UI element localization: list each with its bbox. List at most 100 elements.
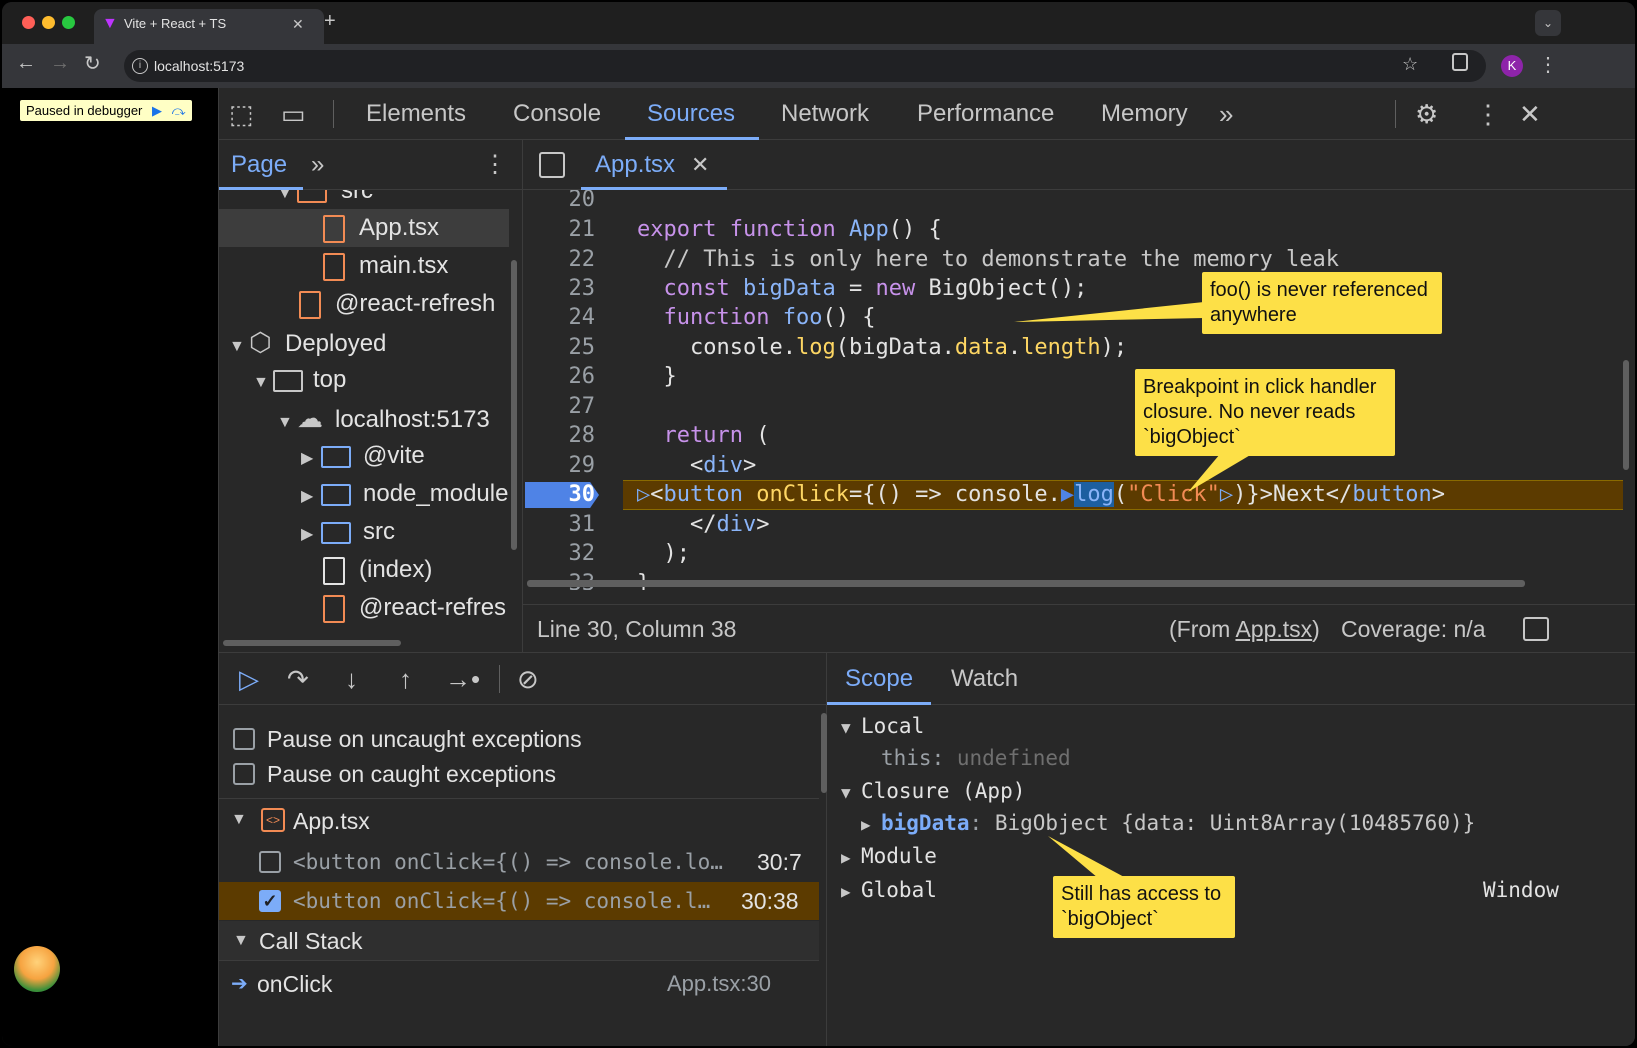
breakpoint-row[interactable]: <button onClick={() => console.lo… 30:7 [219,843,819,881]
code-line: 21 export function App() { [568,217,942,242]
close-file-tab-icon[interactable]: ✕ [691,140,709,190]
close-window-button[interactable] [22,16,35,29]
browser-window: ▼ Vite + React + TS ✕ + ⌄ ← → ↻ i localh… [2,2,1635,1046]
resume-icon[interactable]: ▷ [239,653,259,705]
annotation-foo: foo() is never referenced anywhere [1202,272,1442,334]
tree-folder-src[interactable]: ▼ src [219,190,509,210]
tree-folder-node-modules[interactable]: ▶ node_module [219,475,509,513]
code-line: 27 [568,394,596,419]
tab-console[interactable]: Console [513,88,601,140]
step-over-icon[interactable]: ⤼ [172,103,186,118]
call-frame[interactable]: ➔ onClick App.tsx:30 [219,965,819,1003]
browser-tab[interactable]: ▼ Vite + React + TS ✕ [94,9,324,44]
scope-module[interactable]: ▶ Module [841,839,937,875]
back-icon[interactable]: ← [16,52,36,75]
breakpoint-file-header[interactable]: ▼ <> App.tsx [219,801,819,841]
code-line: 26 } [568,364,677,389]
code-line: 24 function foo() { [568,305,876,330]
tree-deployed[interactable]: ▼ ⬡ Deployed [219,323,509,361]
source-origin-link[interactable]: App.tsx [1235,616,1312,642]
pause-caught-checkbox[interactable] [233,763,255,785]
cube-icon: ⬡ [249,327,272,357]
step-into-icon[interactable]: ↓ [345,653,358,705]
editor-file-tab[interactable]: App.tsx [595,140,675,190]
tree-file-react-refresh[interactable]: @react-refres [219,589,509,627]
frame-location: App.tsx:30 [667,971,771,996]
tree-file-main-tsx[interactable]: main.tsx [219,247,509,285]
annotation-breakpoint: Breakpoint in click handler closure. No … [1135,369,1395,456]
site-info-icon[interactable]: i [132,58,148,74]
tab-scope[interactable]: Scope [845,653,913,705]
scope-closure[interactable]: ▼ Closure (App) [841,774,1025,810]
tab-page[interactable]: Page [231,140,287,190]
tree-file-react-refresh[interactable]: @react-refresh [219,285,509,323]
editor-tabbar: App.tsx ✕ [523,140,1635,190]
tree-origin[interactable]: ▼ ☁ localhost:5173 [219,399,509,437]
resume-icon[interactable]: ▶ [152,103,162,118]
source-file-icon: <> [261,808,285,832]
breakpoint-checkbox[interactable]: ✓ [259,890,281,912]
active-tab-indicator [827,702,931,705]
tree-file-app-tsx[interactable]: App.tsx [219,209,509,247]
navigator-menu-icon[interactable]: ⋮ [483,140,507,190]
tree-folder-vite[interactable]: ▶ @vite [219,437,509,475]
scope-global[interactable]: ▶ Global [841,873,937,909]
tree-frame-top[interactable]: ▼ top [219,361,509,399]
step-out-icon[interactable]: ↑ [399,653,412,705]
editor-h-scrollbar[interactable] [527,580,1525,587]
tab-search-icon[interactable]: ⌄ [1535,10,1561,36]
close-devtools-icon[interactable]: ✕ [1519,88,1541,140]
navigator-scrollbar[interactable] [511,260,517,550]
inspect-element-icon[interactable]: ⬚ [229,88,254,140]
tree-file-index[interactable]: (index) [219,551,509,589]
breakpoint-checkbox[interactable] [259,851,281,873]
more-nav-tabs-icon[interactable]: » [311,140,324,190]
tab-sources[interactable]: Sources [647,88,735,140]
code-area[interactable]: 20 21 export function App() { 22 // This … [523,190,1635,590]
breakpoint-code: <button onClick={() => console.lo… [293,850,723,874]
tab-watch[interactable]: Watch [951,653,1018,705]
scope-this: this: undefined [881,746,1071,770]
editor-v-scrollbar[interactable] [1623,360,1629,470]
address-bar[interactable]: i localhost:5173 ☆ [124,50,1486,82]
toggle-drawer-icon[interactable] [1523,617,1549,641]
profile-avatar[interactable]: K [1501,55,1523,77]
settings-gear-icon[interactable]: ⚙ [1415,88,1438,140]
breakpoint-location: 30:7 [757,849,802,875]
breakpoint-file-name: App.tsx [293,808,370,834]
deactivate-breakpoints-icon[interactable]: ⊘ [517,653,539,705]
zoom-window-button[interactable] [62,16,75,29]
tab-elements[interactable]: Elements [366,88,466,140]
bookmark-star-icon[interactable]: ☆ [1402,54,1418,75]
reload-icon[interactable]: ↻ [84,51,101,76]
scope-bigdata[interactable]: ▶ bigData: BigObject {data: Uint8Array(10… [861,806,1475,842]
call-stack-header[interactable]: ▼ Call Stack [219,921,819,961]
tab-performance[interactable]: Performance [917,88,1054,140]
navigator-header: Page » ⋮ [219,140,523,190]
step-icon[interactable]: →• [445,653,480,705]
frame-name: onClick [257,971,333,997]
step-over-icon[interactable]: ↷ [287,653,309,705]
toggle-navigator-icon[interactable] [539,152,565,178]
floating-avatar[interactable] [14,946,60,992]
scope-local[interactable]: ▼ Local [841,709,924,745]
minimize-window-button[interactable] [42,16,55,29]
code-line: 25 console.log(bigData.data.length); [568,335,1128,360]
device-toolbar-icon[interactable]: ▭ [281,88,306,140]
vite-favicon-icon: ▼ [102,15,118,32]
chrome-menu-icon[interactable]: ⋮ [1538,52,1558,77]
close-tab-icon[interactable]: ✕ [292,9,304,39]
devtools-menu-icon[interactable]: ⋮ [1475,88,1501,140]
pause-uncaught-checkbox[interactable] [233,728,255,750]
breakpoint-row-active[interactable]: ✓ <button onClick={() => console.l… 30:3… [219,882,819,920]
tab-network[interactable]: Network [781,88,869,140]
new-tab-icon[interactable]: + [324,10,336,33]
navigator-h-scrollbar[interactable] [223,640,401,646]
folder-icon [321,483,351,506]
extensions-icon[interactable] [1452,53,1468,71]
tree-folder-src[interactable]: ▶ src [219,513,509,551]
tab-memory[interactable]: Memory [1101,88,1188,140]
more-tabs-icon[interactable]: » [1219,88,1233,140]
breakpoint-location: 30:38 [741,888,799,914]
forward-icon[interactable]: → [50,52,70,75]
